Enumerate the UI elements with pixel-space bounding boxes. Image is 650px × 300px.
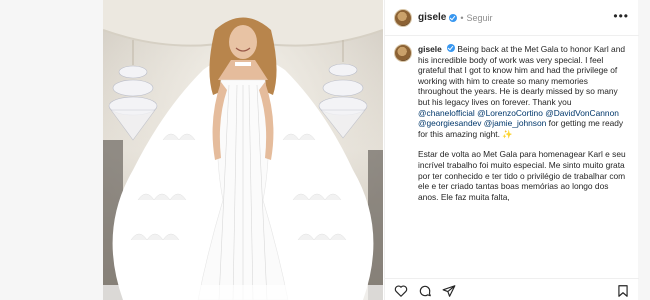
comment-icon[interactable] bbox=[418, 284, 432, 298]
caption: gisele Being back at the Met Gala to hon… bbox=[394, 44, 630, 270]
mention-georgie[interactable]: @georgiesandev bbox=[418, 118, 481, 128]
post-photo[interactable] bbox=[103, 0, 383, 300]
mention-chanel[interactable]: @chanelofficial bbox=[418, 108, 475, 118]
profile-avatar[interactable] bbox=[394, 8, 412, 27]
more-options-icon[interactable]: ••• bbox=[613, 10, 629, 22]
header-separator: • bbox=[460, 12, 464, 23]
mention-david[interactable]: @DavidVonCannon bbox=[545, 108, 619, 118]
caption-body: gisele Being back at the Met Gala to hon… bbox=[418, 44, 630, 270]
follow-button[interactable]: Seguir bbox=[467, 13, 493, 23]
mention-lorenzo[interactable]: @LorenzoCortino bbox=[477, 108, 543, 118]
post-header: gisele • Seguir ••• bbox=[385, 0, 639, 36]
right-background bbox=[638, 0, 650, 300]
photo-illustration bbox=[103, 0, 383, 300]
left-background bbox=[0, 0, 103, 300]
share-icon[interactable] bbox=[442, 284, 456, 298]
bookmark-icon[interactable] bbox=[616, 284, 630, 298]
verified-badge-icon bbox=[449, 13, 458, 22]
caption-english-text: Being back at the Met Gala to honor Karl… bbox=[418, 44, 626, 107]
header-username[interactable]: gisele bbox=[418, 12, 446, 23]
caption-username[interactable]: gisele bbox=[418, 44, 442, 54]
mention-jamie[interactable]: @jamie_johnson bbox=[484, 118, 547, 128]
heart-icon[interactable] bbox=[394, 284, 408, 298]
post-sidebar: gisele • Seguir ••• gisele Being back at… bbox=[384, 0, 639, 300]
action-bar bbox=[385, 278, 639, 300]
caption-portuguese-text: Estar de volta ao Met Gala para homenage… bbox=[418, 149, 626, 202]
caption-avatar[interactable] bbox=[394, 44, 412, 62]
caption-verified-icon bbox=[447, 44, 456, 52]
